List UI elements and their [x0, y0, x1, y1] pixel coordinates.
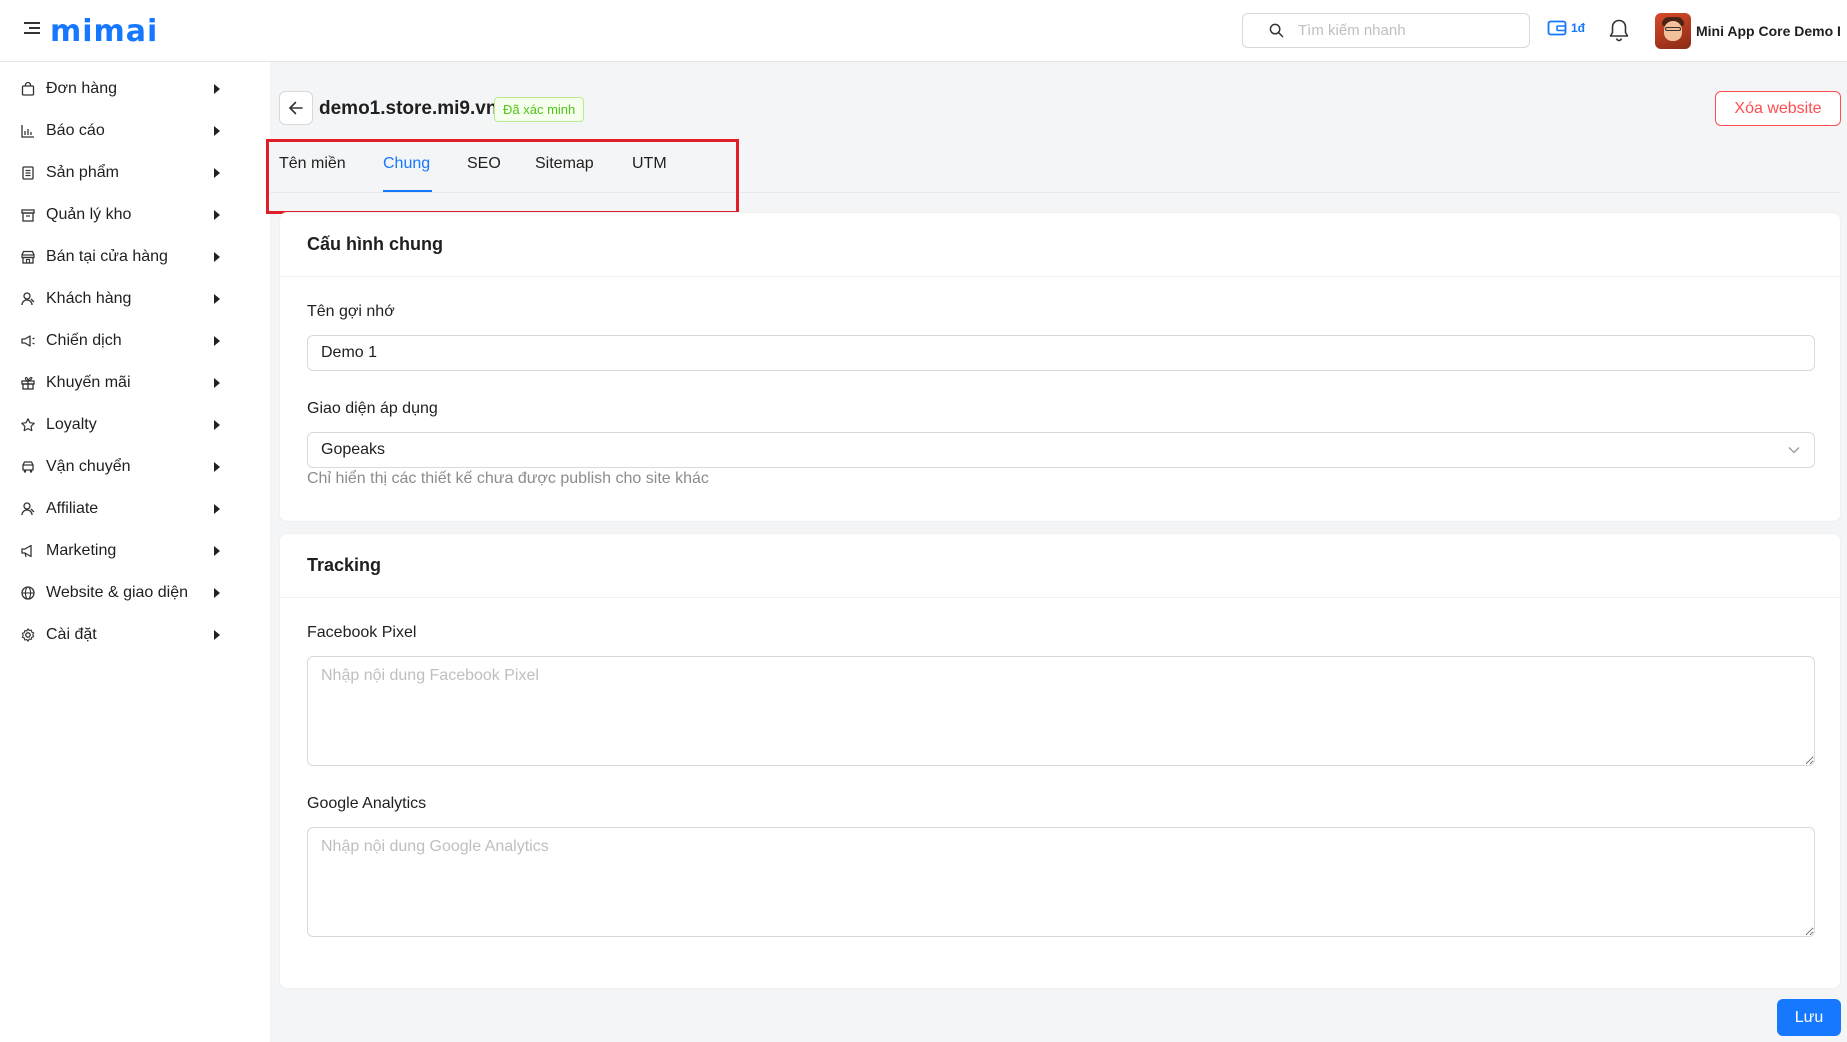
card-title: Cấu hình chung	[280, 213, 1840, 277]
caret-right-icon	[214, 336, 220, 346]
shopping-bag-icon	[21, 81, 35, 96]
google-analytics-label: Google Analytics	[307, 795, 427, 812]
wallet-balance[interactable]: 1đ	[1547, 19, 1585, 37]
tabs-highlight-box	[266, 139, 739, 214]
caret-right-icon	[214, 210, 220, 220]
sidebar-item-loyalty[interactable]: Loyalty	[0, 405, 270, 445]
sidebar-item-label: Cài đặt	[46, 626, 97, 643]
facebook-pixel-label: Facebook Pixel	[307, 624, 417, 641]
sidebar-item-promotions[interactable]: Khuyến mãi	[0, 363, 270, 403]
sidebar-item-label: Đơn hàng	[46, 80, 117, 97]
caret-right-icon	[214, 504, 220, 514]
caret-right-icon	[214, 126, 220, 136]
warehouse-icon	[21, 209, 35, 222]
gear-icon	[21, 628, 35, 642]
sidebar-item-orders[interactable]: Đơn hàng	[0, 69, 270, 109]
sidebar-item-label: Loyalty	[46, 416, 97, 433]
nickname-label: Tên gợi nhớ	[307, 303, 395, 320]
user-name[interactable]: Mini App Core Demo I	[1696, 23, 1847, 39]
page-title: demo1.store.mi9.vn	[319, 98, 498, 119]
sidebar-item-inventory[interactable]: Quản lý kho	[0, 195, 270, 235]
sidebar-item-label: Chiến dịch	[46, 332, 122, 349]
avatar[interactable]	[1655, 13, 1691, 49]
caret-right-icon	[214, 588, 220, 598]
sidebar-item-affiliate[interactable]: Affiliate	[0, 489, 270, 529]
theme-help-text: Chỉ hiển thị các thiết kế chưa được publ…	[307, 470, 709, 487]
truck-icon	[22, 461, 34, 473]
search-input[interactable]	[1298, 22, 1518, 39]
sidebar-item-label: Khách hàng	[46, 290, 132, 307]
sidebar-item-shipping[interactable]: Vận chuyển	[0, 447, 270, 487]
general-config-card: Cấu hình chung Tên gợi nhớ Giao diện áp …	[279, 212, 1841, 522]
top-bar: mimai 1đ Mini App Core Demo I	[0, 0, 1847, 62]
caret-right-icon	[214, 546, 220, 556]
verified-badge: Đã xác minh	[494, 97, 585, 122]
caret-right-icon	[214, 84, 220, 94]
gift-icon	[21, 376, 35, 390]
save-button[interactable]: Lưu	[1777, 999, 1841, 1036]
card-title: Tracking	[280, 534, 1840, 598]
store-icon	[21, 250, 35, 264]
sidebar-item-label: Website & giao diện	[46, 584, 189, 601]
back-button[interactable]	[279, 91, 313, 125]
menu-toggle-icon[interactable]	[24, 22, 40, 36]
sidebar-item-pos[interactable]: Bán tại cửa hàng	[0, 237, 270, 277]
theme-select[interactable]: Gopeaks	[307, 432, 1815, 468]
caret-right-icon	[214, 420, 220, 430]
caret-right-icon	[214, 462, 220, 472]
search-icon	[1269, 23, 1284, 38]
sidebar-item-products[interactable]: Sản phẩm	[0, 153, 270, 193]
star-icon	[21, 418, 35, 432]
sidebar-item-label: Bán tại cửa hàng	[46, 248, 168, 265]
sidebar-item-marketing[interactable]: Marketing	[0, 531, 270, 571]
sidebar-item-customers[interactable]: Khách hàng	[0, 279, 270, 319]
sidebar-item-campaigns[interactable]: Chiến dịch	[0, 321, 270, 361]
caret-right-icon	[214, 630, 220, 640]
notification-bell-icon[interactable]	[1608, 18, 1630, 47]
caret-right-icon	[214, 294, 220, 304]
facebook-pixel-textarea[interactable]	[307, 656, 1815, 766]
tracking-card: Tracking Facebook Pixel Google Analytics	[279, 533, 1841, 989]
theme-selected-value: Gopeaks	[321, 441, 386, 458]
chart-icon	[21, 125, 34, 138]
caret-right-icon	[214, 378, 220, 388]
sidebar-item-reports[interactable]: Báo cáo	[0, 111, 270, 151]
wallet-icon	[1547, 20, 1567, 36]
sidebar-item-website[interactable]: Website & giao diện	[0, 573, 270, 613]
google-analytics-textarea[interactable]	[307, 827, 1815, 937]
nickname-input[interactable]	[321, 344, 1814, 362]
quick-search[interactable]	[1242, 13, 1530, 48]
caret-right-icon	[214, 252, 220, 262]
sidebar-item-label: Marketing	[46, 542, 117, 559]
sidebar-item-label: Báo cáo	[46, 122, 105, 139]
sidebar-item-settings[interactable]: Cài đặt	[0, 615, 270, 655]
customer-icon	[21, 292, 35, 306]
megaphone-icon	[21, 335, 35, 347]
logo[interactable]: mimai	[50, 14, 158, 49]
chevron-down-icon	[1788, 447, 1800, 454]
sidebar-item-label: Khuyến mãi	[46, 374, 131, 391]
sidebar-item-label: Affiliate	[46, 500, 99, 517]
product-list-icon	[22, 166, 34, 180]
marketing-icon	[21, 544, 32, 558]
wallet-amount: 1đ	[1571, 21, 1586, 35]
nickname-field[interactable]	[307, 335, 1815, 371]
delete-website-button[interactable]: Xóa website	[1715, 91, 1841, 126]
sidebar-item-label: Quản lý kho	[46, 206, 132, 223]
arrow-left-icon	[289, 101, 303, 115]
sidebar-item-label: Vận chuyển	[46, 458, 131, 475]
sidebar-item-label: Sản phẩm	[46, 164, 119, 181]
caret-right-icon	[214, 168, 220, 178]
globe-icon	[21, 586, 35, 600]
affiliate-icon	[21, 502, 35, 516]
sidebar: Đơn hàng Báo cáo Sản phẩm Quản lý kho Bá…	[0, 62, 270, 1042]
theme-label: Giao diện áp dụng	[307, 400, 438, 417]
